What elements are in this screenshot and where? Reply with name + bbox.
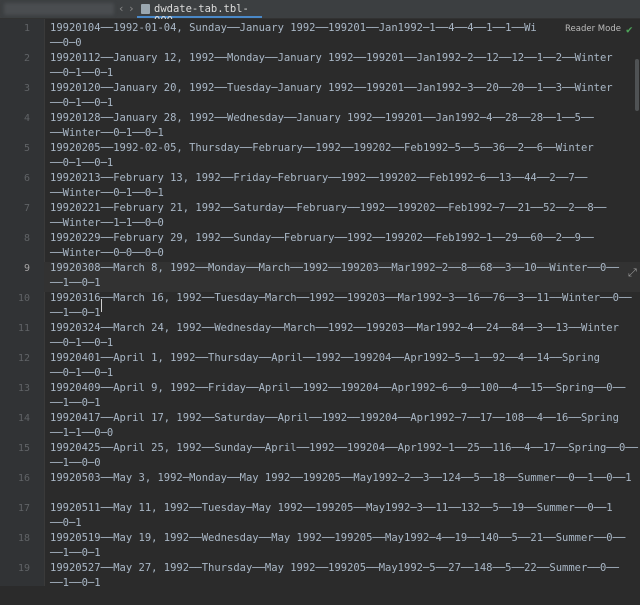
editor-line[interactable]: 19920409──April 9, 1992──Friday──April──… (50, 381, 625, 396)
editor-line[interactable]: 19920401──April 1, 1992──Thursday──April… (50, 351, 600, 366)
line-number: 7 (23, 203, 30, 214)
editor-line[interactable]: ──1──0─1 (50, 396, 101, 411)
line-number: 19 (17, 563, 30, 574)
editor-line[interactable]: 19920417──April 17, 1992──Saturday──Apri… (50, 411, 619, 426)
editor-line[interactable]: 19920527──May 27, 1992──Thursday──May 19… (50, 561, 619, 576)
editor-line[interactable]: ──1──0─1 (50, 576, 101, 591)
editor-line[interactable]: ──0─1──0─1 (50, 66, 113, 81)
line-number: 12 (17, 353, 30, 364)
reader-mode-button[interactable]: Reader Mode (560, 22, 626, 36)
editor-line[interactable]: 19920511──May 11, 1992──Tuesday─May 1992… (50, 501, 613, 516)
line-number: 8 (23, 233, 30, 244)
chevron-right-icon[interactable]: › (128, 2, 135, 15)
editor-line[interactable]: ──1──0─1 (50, 546, 101, 561)
editor-line[interactable]: ──0─0 (50, 36, 82, 51)
expand-icon[interactable]: ⤢ (628, 266, 637, 280)
line-number: 16 (17, 473, 30, 484)
line-number: 2 (23, 53, 30, 64)
tab-dwdate-tbl[interactable]: dwdate-tab.tbl-000 (137, 0, 262, 27)
line-number: 6 (23, 173, 30, 184)
line-number: 10 (17, 293, 30, 304)
line-number: 9 (23, 263, 30, 274)
editor-line[interactable]: ──0─1──0─1 (50, 336, 113, 351)
line-number: 3 (23, 83, 30, 94)
editor-line[interactable]: ──0─1──0─1 (50, 156, 113, 171)
editor-line[interactable]: 19920316──March 16, 1992──Tuesday─March─… (50, 291, 632, 306)
editor-line[interactable]: ──1──0─1 (50, 306, 101, 321)
editor-line[interactable]: ──1──0─1 (50, 276, 101, 291)
line-number: 4 (23, 113, 30, 124)
editor-line[interactable]: 19920425──April 25, 1992──Sunday──April─… (50, 441, 638, 456)
line-number: 14 (17, 413, 30, 424)
editor-line[interactable]: ──1──0─0 (50, 456, 101, 471)
line-number: 17 (17, 503, 30, 514)
editor-line[interactable]: 19920229──February 29, 1992──Sunday──Feb… (50, 231, 594, 246)
editor-line[interactable]: ──1─1──0─0 (50, 426, 113, 441)
text-editor[interactable]: 1 2 3 4 5 6 7 8 9 10 11 12 13 14 15 16 17 18 19 19920104──… (0, 19, 640, 589)
line-number: 13 (17, 383, 30, 394)
editor-line[interactable]: 19920112──January 12, 1992──Monday──Janu… (50, 51, 613, 66)
editor-line[interactable]: ──0─1 (50, 516, 82, 531)
line-number: 18 (17, 533, 30, 544)
line-number-gutter: 1 2 3 4 5 6 7 8 9 10 11 12 13 14 15 16 17 18 19 (0, 19, 45, 586)
editor-line[interactable]: 19920503──May 3, 1992─Monday──May 1992──… (50, 471, 632, 486)
chevron-left-icon[interactable]: ‹ (118, 2, 125, 15)
editor-line[interactable]: ──Winter──0─0──0─0 (50, 246, 164, 261)
line-number: 5 (23, 143, 30, 154)
editor-line[interactable]: ──0─1──0─1 (50, 366, 113, 381)
editor-line[interactable]: ──Winter──1─1──0─0 (50, 216, 164, 231)
vertical-scrollbar[interactable] (634, 56, 640, 605)
scrollbar-thumb[interactable] (635, 59, 639, 111)
file-icon (141, 4, 150, 14)
editor-line[interactable]: 19920120──January 20, 1992──Tuesday─Janu… (50, 81, 613, 96)
editor-line[interactable]: ──Winter──0─1──0─1 (50, 186, 164, 201)
tab-blurred[interactable] (4, 3, 114, 15)
editor-line[interactable]: 19920104──1992-01-04, Sunday──January 19… (50, 21, 537, 36)
editor-tab-bar: ‹ › dwdate-tab.tbl-000 (0, 0, 640, 27)
editor-line[interactable]: 19920128──January 28, 1992──Wednesday──J… (50, 111, 594, 126)
editor-line[interactable]: 19920519──May 19, 1992──Wednesday──May 1… (50, 531, 625, 546)
editor-line[interactable]: 19920205──1992-02-05, Thursday──February… (50, 141, 594, 156)
text-caret (101, 299, 102, 312)
check-icon[interactable]: ✔ (626, 24, 633, 35)
line-number: 15 (17, 443, 30, 454)
editor-line[interactable]: 19920221──February 21, 1992──Saturday──F… (50, 201, 606, 216)
line-number: 11 (17, 323, 30, 334)
editor-line[interactable]: ──0─1──0─1 (50, 96, 113, 111)
editor-line[interactable]: 19920324──March 24, 1992──Wednesday──Mar… (50, 321, 619, 336)
editor-line[interactable]: ──Winter──0─1──0─1 (50, 126, 164, 141)
editor-line[interactable]: 19920308──March 8, 1992──Monday──March──… (50, 261, 619, 276)
editor-line[interactable]: 19920213──February 13, 1992──Friday─Febr… (50, 171, 587, 186)
line-number: 1 (23, 23, 30, 34)
